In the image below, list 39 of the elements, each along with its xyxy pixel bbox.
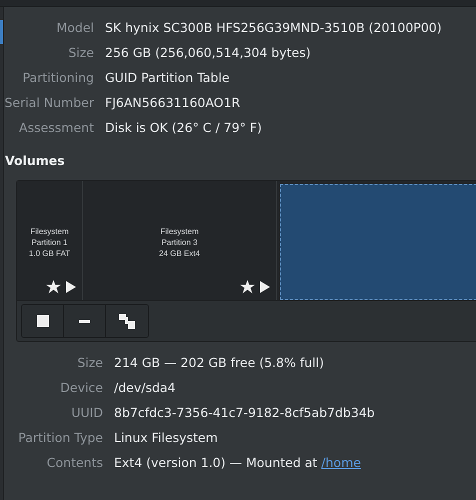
star-icon xyxy=(240,280,255,294)
field-label: Partition Type xyxy=(17,429,103,447)
minus-icon xyxy=(79,320,90,322)
field-value: 256 GB (256,060,514,304 bytes) xyxy=(105,44,312,62)
field-label: Model xyxy=(55,19,94,37)
play-icon xyxy=(66,281,76,293)
volume-label: 1.0 GB FAT xyxy=(28,248,70,259)
field-label: Serial Number xyxy=(4,94,94,112)
section-heading: Volumes xyxy=(5,153,66,168)
field-label: Size xyxy=(76,354,103,372)
field-value: Linux Filesystem xyxy=(114,429,219,447)
volume-segment[interactable]: Filesystem Partition 3 24 GB Ext4 xyxy=(83,181,277,300)
field-value: /dev/sda4 xyxy=(114,379,177,397)
field-value: FJ6AN56631160AO1R xyxy=(105,94,242,112)
volume-label: Partition 3 xyxy=(161,237,198,248)
volume-label: 24 GB Ext4 xyxy=(159,248,200,259)
field-value: GUID Partition Table xyxy=(105,69,231,87)
volume-segment[interactable]: Filesystem Partition 1 1.0 GB FAT xyxy=(17,181,83,300)
stop-button[interactable] xyxy=(22,305,64,337)
blocks-icon xyxy=(119,314,135,328)
field-label: Device xyxy=(59,379,103,397)
field-label: UUID xyxy=(70,404,103,422)
field-label: Assessment xyxy=(18,119,94,137)
star-icon xyxy=(46,280,61,294)
field-label: Partitioning xyxy=(22,69,94,87)
field-label: Contents xyxy=(46,454,103,472)
volume-label: Partition 1 xyxy=(31,237,68,248)
square-icon xyxy=(36,315,48,327)
volume-label: Filesystem xyxy=(30,226,69,237)
field-value: 214 GB — 202 GB free (5.8% full) xyxy=(114,354,325,372)
field-value: Ext4 (version 1.0) — Mounted at /home xyxy=(114,454,362,472)
mount-link[interactable]: /home xyxy=(321,455,361,470)
field-value: SK hynix SC300B HFS256G39MND-3510B (20100P00) xyxy=(105,19,443,37)
play-icon xyxy=(260,281,270,293)
field-label: Size xyxy=(67,44,94,62)
field-value: Disk is OK (26° C / 79° F) xyxy=(105,119,263,137)
volume-label: Filesystem xyxy=(160,226,199,237)
field-value: 8b7cfdc3-7356-41c7-9182-8cf5ab7db34b xyxy=(114,404,376,422)
selection-marker xyxy=(0,20,3,44)
